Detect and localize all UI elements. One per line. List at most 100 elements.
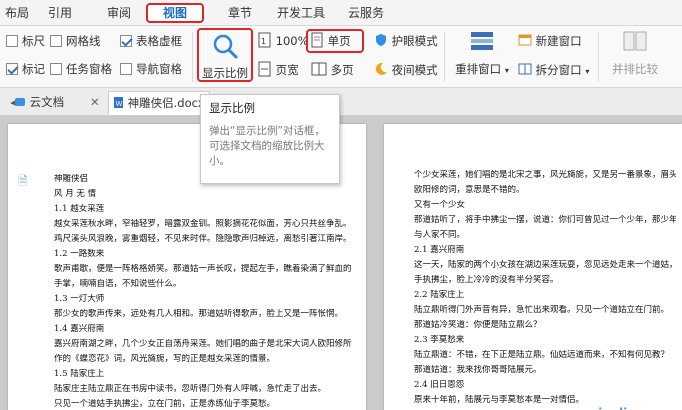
ribbon-separator xyxy=(444,32,445,82)
text-line: 那道姑道：我来找你哥哥陆展元。 xyxy=(414,365,542,375)
text-line: 又有一个少女 xyxy=(414,200,466,210)
page-width-label: 页宽 xyxy=(275,63,299,77)
table-gridlines-checkbox[interactable]: 表格虚框 xyxy=(120,33,182,49)
gridlines-checkbox[interactable]: 网格线 xyxy=(50,33,101,49)
text-line: 作的《蝶恋花》词，风光旖旎，写的正是越女采莲的情景。 xyxy=(54,354,276,364)
tab-section[interactable]: 章节 xyxy=(220,3,260,23)
multi-page-icon xyxy=(311,62,327,76)
tab-cloud-service[interactable]: 云服务 xyxy=(340,3,392,23)
multi-page-button[interactable]: 多页 xyxy=(311,61,354,79)
text-line: 1.4 嘉兴府南 xyxy=(54,324,105,334)
text-line: 1.2 一路数来 xyxy=(54,249,105,259)
view-ribbon: 标尺 网格线 表格虚框 标记 任务窗格 导航窗格 显示比例 1 100% 页宽 … xyxy=(0,26,682,88)
text-line: 歌声甫歇，便是一阵格格娇笑。那道姑一声长叹，提起左手，瞧着染满了鲜血的 xyxy=(54,264,352,274)
tab-layout[interactable]: 布局 xyxy=(0,3,34,23)
page-width-button[interactable]: 页宽 xyxy=(258,61,299,79)
tab-document[interactable]: W 神雕侠侣.docx xyxy=(108,91,210,115)
svg-text:W: W xyxy=(116,100,123,108)
text-line: 2.4 旧日恩怨 xyxy=(414,380,465,390)
nav-pane-label: 导航窗格 xyxy=(136,62,182,76)
zoom-100-button[interactable]: 1 100% xyxy=(258,32,309,50)
markup-label: 标记 xyxy=(22,62,45,76)
night-mode-label: 夜间模式 xyxy=(391,63,438,77)
rearrange-windows-icon xyxy=(471,32,493,50)
ribbon-separator xyxy=(192,32,193,82)
document-tab-bar: ◂ 云文档 ✕ W 神雕侠侣.docx xyxy=(0,88,682,116)
text-line: 越女采莲秋水畔，窄袖轻罗，暗露双金钏。照影摘花花似面，芳心只共丝争乱。 xyxy=(54,219,352,229)
new-window-button[interactable]: 新建窗口 xyxy=(518,32,582,50)
zoom-100-label: 100% xyxy=(275,34,309,48)
tab-references[interactable]: 引用 xyxy=(42,3,78,23)
text-line: 手掌，喃喃自语，不知说些什么。 xyxy=(54,279,182,289)
page-width-icon xyxy=(258,61,271,77)
tab-document-label: 神雕侠侣.docx xyxy=(127,96,205,110)
rearrange-windows-button[interactable]: 重排窗口 ▾ xyxy=(450,30,514,82)
text-line: 那少女的歌声传来，远处有几人相和。那道姑听得歌声，脸上又是一阵怅惘。 xyxy=(54,309,344,319)
text-line: 2.2 陆家庄上 xyxy=(414,290,465,300)
right-page[interactable]: 个少女采莲，她们唱的是北宋之事，风光旖旎，又是另一番景象，眉头一皱。 欧阳修的词，… xyxy=(384,124,682,410)
tab-view[interactable]: 视图 xyxy=(146,3,204,23)
eye-protection-label: 护眼模式 xyxy=(391,34,438,48)
magnifier-icon xyxy=(213,34,238,59)
tooltip-body: 弹出“显示比例”对话框，可选择文档的缩放比例大小。 xyxy=(209,125,325,167)
text-line: 欧阳修的词，意思是不错的。 xyxy=(414,185,525,195)
markup-check-box[interactable] xyxy=(6,63,18,75)
nav-pane-check-box[interactable] xyxy=(120,63,132,75)
tab-review[interactable]: 审阅 xyxy=(100,3,138,23)
text-line: 1.3 一灯大师 xyxy=(54,294,105,304)
single-page-button[interactable]: 单页 xyxy=(306,29,364,53)
text-line: 手执拂尘，脸上冷冷的没有半分笑容。 xyxy=(414,275,559,285)
new-window-icon xyxy=(518,34,532,46)
eye-protection-button[interactable]: 护眼模式 xyxy=(374,32,438,50)
zoom-tooltip: 显示比例 弹出“显示比例”对话框，可选择文档的缩放比例大小。 xyxy=(200,94,340,184)
zoom-label: 显示比例 xyxy=(202,66,248,80)
side-by-side-button[interactable]: 并排比较 xyxy=(604,30,666,82)
text-line: 原来十年前，陆展元与李莫愁本是一对情侣。 xyxy=(414,395,585,405)
text-line: 嘉兴府南湖之畔，几个少女正自荡舟采莲。她们唱的曲子是北宋大词人欧阳修所 xyxy=(54,339,352,349)
text-line: 1.1 越女采莲 xyxy=(54,204,105,214)
tab-developer[interactable]: 开发工具 xyxy=(270,3,332,23)
rearrange-windows-text: 重排窗口 xyxy=(455,62,502,76)
text-line: 鸡尺溪头风浪晚，雾重烟轻，不见来时伴。隐隐歌声归棹远，离愁引著江南岸。 xyxy=(54,234,352,244)
close-icon[interactable]: ✕ xyxy=(90,91,100,115)
text-line: 陆立鼎道：不错，在下正是陆立鼎。仙姑远道而来，不知有何见教？ xyxy=(414,350,670,360)
text-line: 那道姑冷笑道：你便是陆立鼎么？ xyxy=(414,320,542,330)
text-line: 陆家庄主陆立鼎正在书房中读书，忽听得门外有人呼喊，急忙走了出去。 xyxy=(54,384,327,394)
chevron-down-icon: ▾ xyxy=(504,66,509,75)
text-line: 2.3 李莫愁来 xyxy=(414,335,465,345)
word-doc-icon: W xyxy=(114,97,123,108)
page-100-icon: 1 xyxy=(258,32,271,48)
tab-cloud-docs[interactable]: 云文档 xyxy=(14,91,64,115)
table-gridlines-label: 表格虚框 xyxy=(136,34,182,48)
table-gridlines-check-box[interactable] xyxy=(120,35,132,47)
ruler-check-box[interactable] xyxy=(6,35,18,47)
task-pane-check-box[interactable] xyxy=(50,63,62,75)
document-workspace: 🗎 神雕侠侣风 月 无 情 1.1 越女采莲 越女采莲秋水畔，窄袖轻罗，暗露双金钏。… xyxy=(0,116,682,410)
text-line: 这一天，陆家的两个小女孩在湖边采莲玩耍，忽见远处走来一个道姑， xyxy=(414,260,676,270)
text-line: 那道姑听了，将手中拂尘一摆，说道：你们可曾见过一个少年，那少年的神情 xyxy=(414,215,676,225)
tooltip-title: 显示比例 xyxy=(209,101,255,115)
svg-text:1: 1 xyxy=(261,37,266,46)
gridlines-label: 网格线 xyxy=(66,34,101,48)
text-line: 个少女采莲，她们唱的是北宋之事，风光旖旎，又是另一番景象，眉头一皱。 xyxy=(414,170,676,180)
text-line: 风 月 无 情 xyxy=(54,189,97,199)
side-by-side-label: 并排比较 xyxy=(612,62,658,76)
wps-writer-window: 布局 引用 审阅 视图 章节 开发工具 云服务 标尺 网格线 表格虚框 标记 任… xyxy=(0,0,682,410)
gridlines-check-box[interactable] xyxy=(50,35,62,47)
text-line: 只见一个道姑手执拂尘，立在门前，正是赤练仙子李莫愁。 xyxy=(54,399,276,409)
ribbon-separator xyxy=(598,32,599,82)
tab-cloud-docs-label: 云文档 xyxy=(29,95,65,109)
markup-checkbox[interactable]: 标记 xyxy=(6,61,45,77)
ruler-checkbox[interactable]: 标尺 xyxy=(6,33,45,49)
text-line: 1.5 陆家庄上 xyxy=(54,369,105,379)
chevron-down-icon: ▾ xyxy=(585,67,590,76)
nav-pane-checkbox[interactable]: 导航窗格 xyxy=(120,61,182,77)
cloud-icon xyxy=(15,98,25,106)
task-pane-label: 任务窗格 xyxy=(66,62,112,76)
task-pane-checkbox[interactable]: 任务窗格 xyxy=(50,61,112,77)
night-mode-button[interactable]: 夜间模式 xyxy=(374,61,438,79)
split-window-button[interactable]: 拆分窗口 ▾ xyxy=(518,61,589,79)
doc-navigation-icon[interactable]: 🗎 xyxy=(18,172,28,193)
rearrange-windows-label: 重排窗口 ▾ xyxy=(450,61,514,77)
zoom-button[interactable]: 显示比例 xyxy=(197,28,253,82)
